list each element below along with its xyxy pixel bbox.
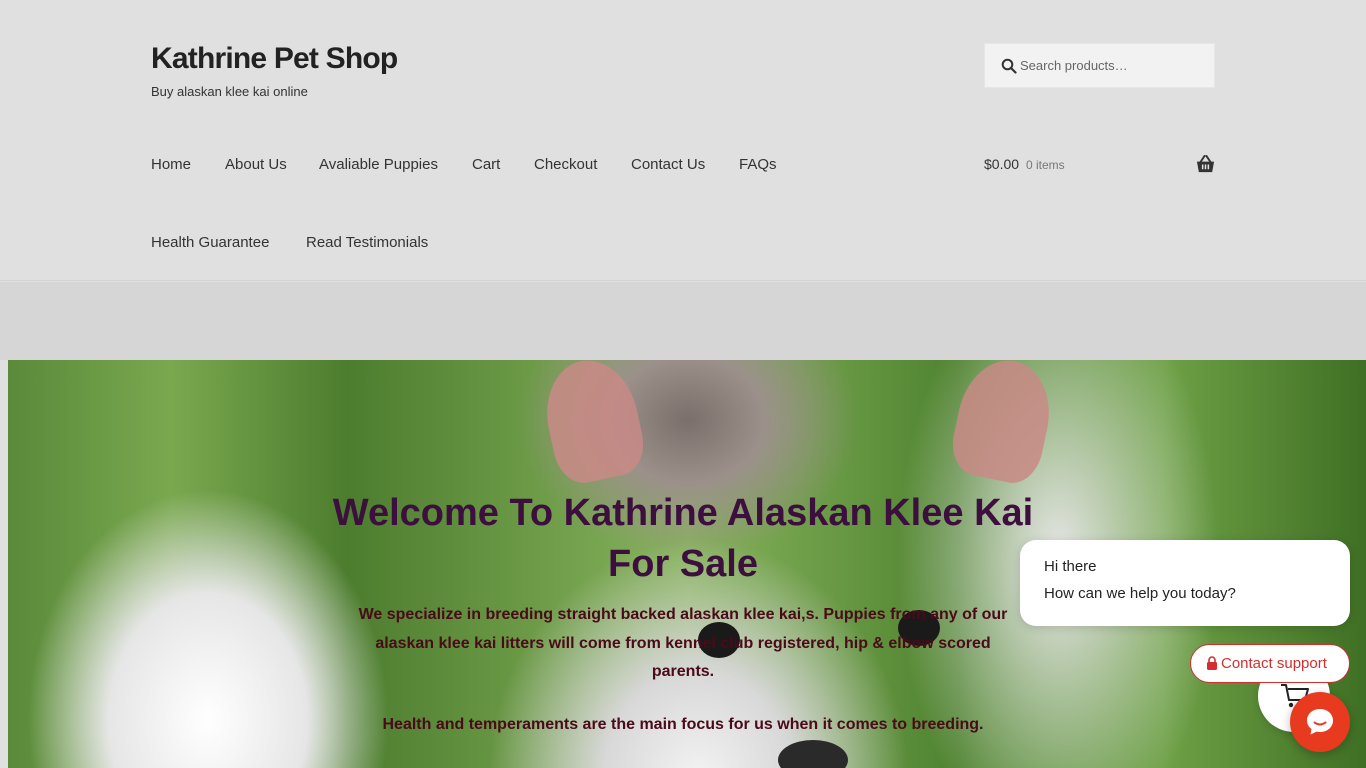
hero-subtext: Health and temperaments are the main foc… <box>382 716 984 733</box>
search-input[interactable] <box>1020 44 1210 87</box>
hero-image-ear-right <box>946 360 1060 489</box>
nav-item-read-testimonials[interactable]: Read Testimonials <box>306 234 428 251</box>
contact-support-label: Contact support <box>1221 655 1327 672</box>
nav-item-faqs[interactable]: FAQs <box>739 156 777 173</box>
nav-item-about-us[interactable]: About Us <box>225 156 287 173</box>
site-header: Kathrine Pet Shop Buy alaskan klee kai o… <box>0 0 1366 281</box>
contact-support-button[interactable]: Contact support <box>1190 644 1350 683</box>
nav-item-health-guarantee[interactable]: Health Guarantee <box>151 234 269 251</box>
basket-icon <box>1196 155 1215 173</box>
site-title-link[interactable]: Kathrine Pet Shop <box>151 42 398 76</box>
lock-icon <box>1207 656 1217 670</box>
search-icon <box>1001 58 1017 74</box>
nav-item-available-puppies[interactable]: Avaliable Puppies <box>319 156 438 173</box>
chat-greeting-line2: How can we help you today? <box>1044 585 1236 602</box>
hero-title: Welcome To Kathrine Alaskan Klee Kai For… <box>332 492 1034 585</box>
chat-greeting-line1: Hi there <box>1044 558 1097 575</box>
header-divider-strip <box>0 282 1366 360</box>
cart-amount: $0.00 <box>984 156 1020 172</box>
chat-icon <box>1307 709 1333 735</box>
nav-item-cart[interactable]: Cart <box>472 156 500 173</box>
hero-description: We specialize in breeding straight backe… <box>358 606 1008 680</box>
nav-item-checkout[interactable]: Checkout <box>534 156 597 173</box>
header-cart[interactable]: $0.00 0 items <box>984 155 1215 177</box>
nav-item-contact-us[interactable]: Contact Us <box>631 156 705 173</box>
cart-item-count: 0 items <box>1026 158 1065 172</box>
chat-greeting-bubble[interactable]: Hi there How can we help you today? <box>1020 540 1350 626</box>
product-search <box>984 43 1215 88</box>
nav-item-home[interactable]: Home <box>151 156 191 173</box>
chat-launcher-button[interactable] <box>1290 692 1350 752</box>
hero-image-nose <box>778 740 848 768</box>
hero-image-ear-left <box>536 360 650 489</box>
site-tagline: Buy alaskan klee kai online <box>151 84 308 99</box>
